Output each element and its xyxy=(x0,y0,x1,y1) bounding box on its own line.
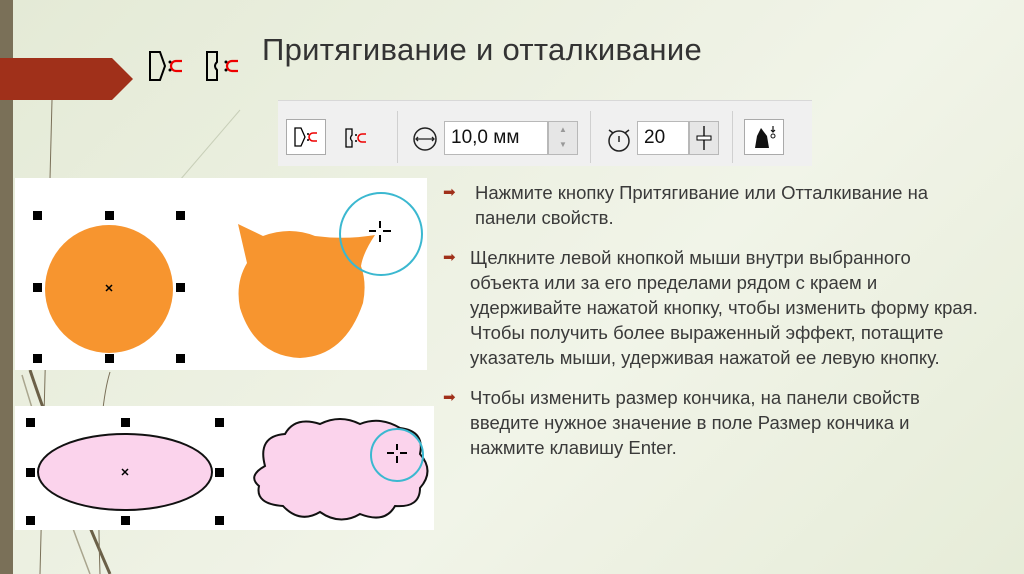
pink-cloud-shape xyxy=(253,418,429,521)
separator xyxy=(397,111,398,163)
attract-icon xyxy=(149,51,182,81)
instructions-list: ➡ Нажмите кнопку Притягивание или Отталки… xyxy=(443,180,983,475)
strength-input[interactable]: 20 xyxy=(637,121,689,155)
attract-button[interactable] xyxy=(286,119,326,155)
nib-size-icon xyxy=(413,127,437,151)
attract-repel-icons xyxy=(149,51,238,81)
separator xyxy=(590,111,591,163)
list-item: ➡ Чтобы изменить размер кончика, на панел… xyxy=(443,387,920,458)
arrow-bullet-icon: ➡ xyxy=(443,389,456,406)
repel-button[interactable] xyxy=(338,121,378,155)
deformed-orange-shape xyxy=(238,224,375,358)
strength-timer-icon xyxy=(608,129,630,152)
property-toolbar: 10,0 мм ▲ ▼ 20 xyxy=(278,100,812,166)
list-item: ➡ Нажмите кнопку Притягивание или Отталки… xyxy=(443,182,929,228)
separator xyxy=(732,111,733,163)
circle-attract-example xyxy=(15,178,427,370)
attract-icon xyxy=(294,127,317,147)
strength-slider-button[interactable] xyxy=(689,121,719,155)
nib-size-input[interactable]: 10,0 мм xyxy=(444,121,548,155)
brush-cursor-circle xyxy=(339,192,423,276)
arrow-bullet-icon: ➡ xyxy=(443,184,456,201)
pen-pressure-icon xyxy=(755,126,776,148)
ellipse-repel-example xyxy=(15,406,434,530)
list-item: ➡ Щелкните левой кнопкой мыши внутри выбр… xyxy=(443,247,978,368)
slider-icon xyxy=(696,126,712,150)
page-title: Притягивание и отталкивание xyxy=(262,32,702,67)
repel-icon xyxy=(206,51,238,81)
arrow-bullet-icon: ➡ xyxy=(443,249,456,266)
pen-pressure-button[interactable] xyxy=(744,119,784,155)
title-banner-arrow xyxy=(0,58,133,100)
nib-size-spinner[interactable]: ▲ ▼ xyxy=(548,121,578,155)
